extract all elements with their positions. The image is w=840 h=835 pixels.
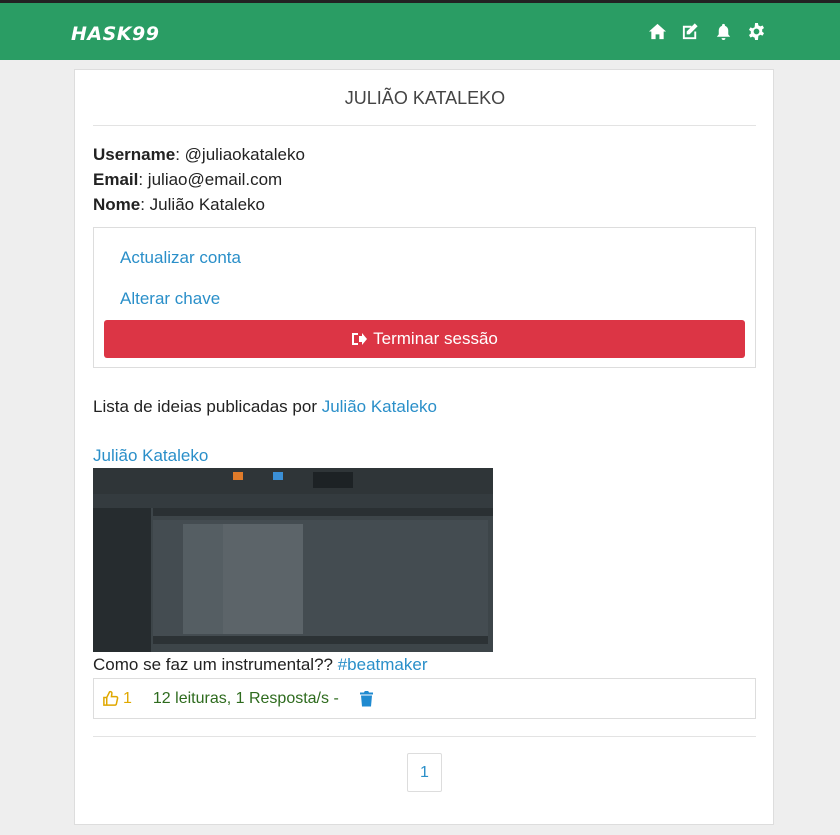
thumbs-up-icon	[103, 690, 119, 706]
like-count: 1	[123, 689, 132, 707]
home-icon[interactable]	[648, 22, 667, 41]
username-row: Username: @juliaokataleko	[93, 145, 305, 165]
post-stats-bar: 1 12 leituras, 1 Resposta/s -	[93, 678, 756, 719]
change-password-link[interactable]: Alterar chave	[120, 289, 220, 309]
trash-icon	[359, 691, 373, 707]
brand-logo[interactable]: HASK99	[71, 23, 159, 45]
nome-value: : Julião Kataleko	[140, 195, 265, 214]
post-author-link[interactable]: Julião Kataleko	[93, 446, 208, 465]
username-label: Username	[93, 145, 176, 164]
edit-icon[interactable]	[681, 22, 700, 41]
logout-button[interactable]: Terminar sessão	[104, 320, 745, 358]
ideas-list-heading: Lista de ideias publicadas por Julião Ka…	[93, 397, 437, 417]
post-question: Como se faz um instrumental?? #beatmaker	[93, 655, 428, 675]
pagination-page-1[interactable]: 1	[407, 753, 442, 792]
email-label: Email	[93, 170, 139, 189]
email-value: : juliao@email.com	[138, 170, 283, 189]
ideas-list-author-link[interactable]: Julião Kataleko	[322, 397, 437, 416]
nome-label: Nome	[93, 195, 141, 214]
post-image[interactable]	[93, 468, 493, 652]
like-button[interactable]: 1	[102, 690, 132, 708]
profile-title: JULIÃO KATALEKO	[344, 88, 506, 108]
post-hashtag-link[interactable]: #beatmaker	[338, 655, 428, 674]
nav-icons	[648, 22, 766, 41]
post-question-text: Como se faz um instrumental??	[93, 655, 338, 674]
top-navbar: HASK99	[0, 0, 840, 60]
account-actions-panel: Actualizar conta Alterar chave Terminar …	[93, 227, 756, 368]
post-author: Julião Kataleko	[93, 446, 208, 466]
divider	[93, 125, 756, 126]
email-row: Email: juliao@email.com	[93, 170, 282, 190]
ideas-list-heading-text: Lista de ideias publicadas por	[93, 397, 322, 416]
bell-icon[interactable]	[714, 22, 733, 41]
post-reads-replies: 12 leituras, 1 Resposta/s -	[152, 689, 339, 707]
profile-card: JULIÃO KATALEKO Username: @juliaokatalek…	[74, 69, 774, 825]
sign-out-icon	[352, 333, 368, 345]
delete-post-button[interactable]	[359, 690, 374, 707]
nome-row: Nome: Julião Kataleko	[93, 195, 265, 215]
gear-icon[interactable]	[747, 22, 766, 41]
username-value: : @juliaokataleko	[175, 145, 305, 164]
divider	[93, 736, 756, 737]
update-account-link[interactable]: Actualizar conta	[120, 248, 241, 268]
logout-label: Terminar sessão	[373, 329, 498, 348]
